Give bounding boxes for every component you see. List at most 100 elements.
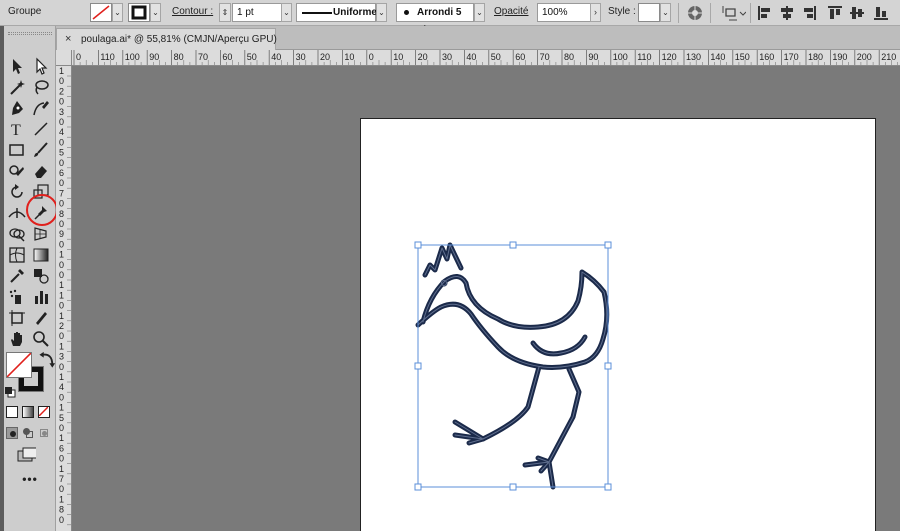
lasso-tool-icon[interactable] xyxy=(31,77,51,97)
ruler-label: 150 xyxy=(735,52,750,62)
brush-chevron-icon[interactable]: ⌄ xyxy=(474,3,485,22)
rotate-tool-icon[interactable] xyxy=(7,182,27,202)
swap-fill-stroke-icon[interactable] xyxy=(38,349,56,368)
shape-builder-tool-icon[interactable] xyxy=(7,224,27,244)
fill-swatch[interactable] xyxy=(90,3,112,22)
ruler-label: 20 xyxy=(418,52,428,62)
stroke-weight-field[interactable]: 1 pt xyxy=(232,3,282,22)
ruler-label: 40 xyxy=(271,52,281,62)
pen-tool-icon[interactable] xyxy=(7,98,27,118)
ruler-label: 10 xyxy=(344,52,354,62)
ruler-label: 90 xyxy=(149,52,159,62)
paintbrush-tool-icon[interactable] xyxy=(31,140,51,160)
direct-selection-tool-icon[interactable] xyxy=(31,56,51,76)
stroke-dropdown-chevron-icon[interactable]: ⌄ xyxy=(150,3,161,22)
stroke-weight-dropdown-chevron-icon[interactable]: ⌄ xyxy=(281,3,292,22)
ruler-label: 7 xyxy=(59,188,64,198)
align-right-icon[interactable] xyxy=(800,4,818,22)
none-mode-icon[interactable] xyxy=(38,406,50,418)
opacity-arrow-icon[interactable]: › xyxy=(590,3,601,22)
shaper-tool-icon[interactable] xyxy=(7,161,27,181)
ruler-label: 140 xyxy=(710,52,725,62)
selection-tool-icon[interactable] xyxy=(7,56,27,76)
ruler-label: 0 xyxy=(59,392,64,402)
ruler-label: 0 xyxy=(59,97,64,107)
rectangle-tool-icon[interactable] xyxy=(7,140,27,160)
ruler-label: 1 xyxy=(59,403,64,413)
ruler-label: 0 xyxy=(59,270,64,280)
highlight-circle xyxy=(26,194,58,226)
stroke-profile-chevron-icon[interactable]: ⌄ xyxy=(376,3,387,22)
mesh-tool-icon[interactable] xyxy=(7,245,27,265)
close-tab-icon[interactable]: × xyxy=(65,33,71,45)
ruler-label: 0 xyxy=(59,260,64,270)
slice-tool-icon[interactable] xyxy=(31,308,51,328)
opacity-label[interactable]: Opacité xyxy=(494,0,528,24)
ruler-label: 0 xyxy=(59,484,64,494)
document-tab[interactable]: × poulaga.ai* @ 55,81% (CMJN/Aperçu GPU) xyxy=(56,28,277,50)
recolor-artwork-icon[interactable] xyxy=(686,4,704,22)
ruler-label: 8 xyxy=(59,505,64,515)
horizontal-ruler[interactable]: 0 110 100 90 80 70 60 50 40 30 20 10 0 10 20 30 40 50 60 70… xyxy=(72,50,900,66)
curvature-tool-icon[interactable] xyxy=(31,98,51,118)
isolate-group-icon[interactable] xyxy=(720,4,747,22)
ruler-label: 5 xyxy=(59,413,64,423)
artboard-tool-icon[interactable] xyxy=(7,308,27,328)
selection-handle xyxy=(414,241,422,249)
vertical-ruler[interactable]: 1020304050607080901001101201301401501601… xyxy=(56,66,72,531)
blend-tool-icon[interactable] xyxy=(31,266,51,286)
style-swatch[interactable] xyxy=(638,3,660,22)
chicken-body-outline-inner xyxy=(417,271,608,368)
panel-grip[interactable] xyxy=(8,32,52,35)
ruler-label: 170 xyxy=(784,52,799,62)
ruler-label: 3 xyxy=(59,352,64,362)
tools-panel: T ••• xyxy=(4,26,58,531)
separator xyxy=(750,3,751,23)
align-horizontal-center-icon[interactable] xyxy=(778,4,796,22)
screen-mode-icon[interactable] xyxy=(16,446,40,464)
fill-color-box-front[interactable] xyxy=(6,352,32,378)
artwork[interactable] xyxy=(73,67,900,531)
selection-handle xyxy=(604,241,612,249)
ruler-label: 1 xyxy=(59,464,64,474)
eraser-tool-icon[interactable] xyxy=(31,161,51,181)
ruler-label: 180 xyxy=(808,52,823,62)
ruler-label: 50 xyxy=(491,52,501,62)
draw-behind-icon[interactable] xyxy=(22,427,34,439)
fill-dropdown-chevron-icon[interactable]: ⌄ xyxy=(112,3,123,22)
color-mode-icon[interactable] xyxy=(6,406,18,418)
more-tools-icon[interactable]: ••• xyxy=(4,472,56,486)
style-chevron-icon[interactable]: ⌄ xyxy=(660,3,671,22)
eyedropper-tool-icon[interactable] xyxy=(7,266,27,286)
canvas[interactable] xyxy=(73,67,900,531)
zoom-tool-icon[interactable] xyxy=(31,329,51,349)
hand-tool-icon[interactable] xyxy=(7,329,27,349)
align-bottom-icon[interactable] xyxy=(872,4,890,22)
stroke-weight-stepper-icon[interactable]: ⇕ xyxy=(219,3,231,22)
gradient-mode-icon[interactable] xyxy=(22,406,34,418)
magic-wand-tool-icon[interactable] xyxy=(7,77,27,97)
ruler-label: 20 xyxy=(320,52,330,62)
type-tool-icon[interactable]: T xyxy=(7,119,27,139)
ruler-origin[interactable] xyxy=(56,50,72,66)
stroke-swatch[interactable] xyxy=(128,3,150,22)
ruler-label: 0 xyxy=(59,76,64,86)
ruler-label: 110 xyxy=(100,52,114,62)
ruler-label: 0 xyxy=(59,362,64,372)
column-graph-tool-icon[interactable] xyxy=(31,287,51,307)
align-top-icon[interactable] xyxy=(826,4,844,22)
gradient-tool-icon[interactable] xyxy=(31,245,51,265)
align-left-icon[interactable] xyxy=(756,4,774,22)
ruler-label: 1 xyxy=(59,250,64,260)
default-colors-icon[interactable] xyxy=(4,386,16,398)
symbol-sprayer-tool-icon[interactable] xyxy=(7,287,27,307)
width-tool-icon[interactable] xyxy=(7,203,27,223)
line-segment-tool-icon[interactable] xyxy=(31,119,51,139)
align-vertical-center-icon[interactable] xyxy=(848,4,866,22)
opacity-field[interactable]: 100% xyxy=(537,3,591,22)
contour-label[interactable]: Contour : xyxy=(172,0,213,24)
perspective-grid-tool-icon[interactable] xyxy=(31,224,51,244)
draw-normal-icon[interactable] xyxy=(6,427,18,439)
chicken-left-leg xyxy=(480,364,542,442)
draw-inside-icon[interactable] xyxy=(38,427,50,439)
